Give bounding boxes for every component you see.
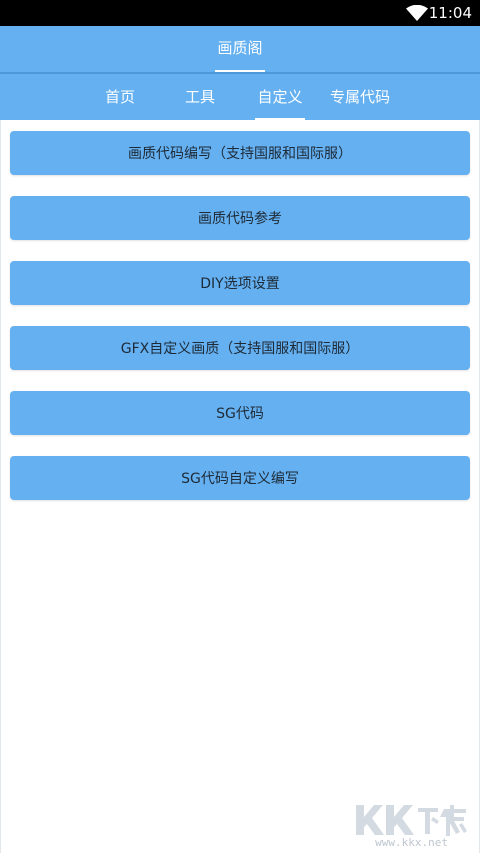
tab-indicator [255, 118, 305, 120]
status-time: 11:04 [428, 4, 472, 22]
diy-options-button[interactable]: DIY选项设置 [10, 261, 470, 305]
tab-home[interactable]: 首页 [80, 87, 160, 107]
gfx-custom-quality-button[interactable]: GFX自定义画质（支持国服和国际服） [10, 326, 470, 370]
tab-bar: 首页 工具 自定义 专属代码 [0, 74, 480, 120]
quality-code-write-button[interactable]: 画质代码编写（支持国服和国际服） [10, 131, 470, 175]
left-edge [0, 120, 1, 853]
app-bar: 画质阁 [0, 26, 480, 72]
wifi-icon [406, 5, 428, 21]
watermark-url: www.kkx.net [375, 836, 448, 849]
sg-code-custom-write-button[interactable]: SG代码自定义编写 [10, 456, 470, 500]
status-bar: 11:04 [0, 0, 480, 26]
quality-code-reference-button[interactable]: 画质代码参考 [10, 196, 470, 240]
tab-exclusive-code[interactable]: 专属代码 [320, 87, 400, 107]
watermark: www.kkx.net [354, 803, 472, 849]
kk-logo-watermark [356, 805, 467, 836]
tab-tools[interactable]: 工具 [160, 87, 240, 107]
page-title: 画质阁 [217, 39, 263, 57]
tab-custom[interactable]: 自定义 [240, 87, 320, 107]
sg-code-button[interactable]: SG代码 [10, 391, 470, 435]
